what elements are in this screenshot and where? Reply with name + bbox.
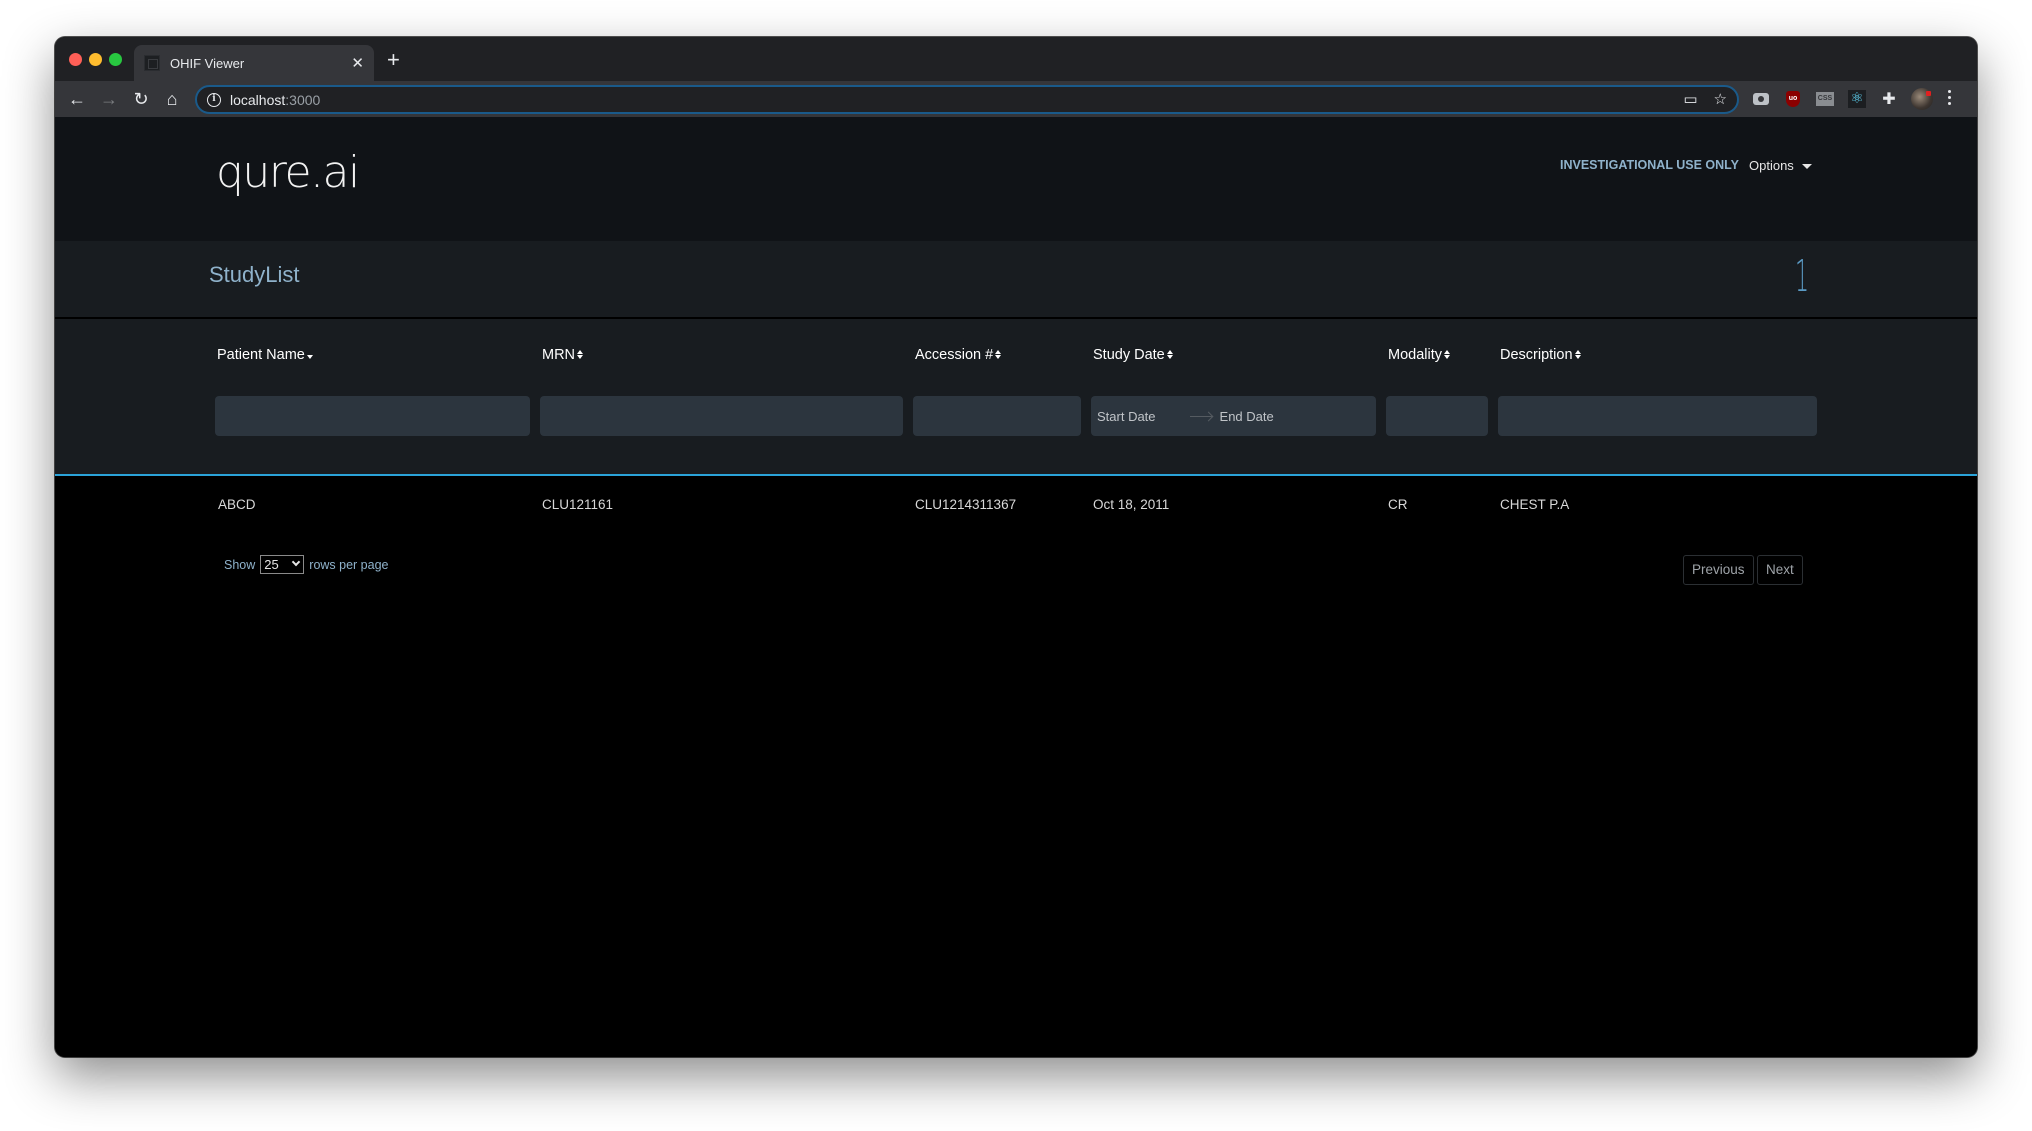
cell-modality: CR [1388, 497, 1408, 512]
mrn-filter-input[interactable] [540, 396, 903, 436]
app-header: qure.ai INVESTIGATIONAL USE ONLY Options [55, 117, 1977, 241]
options-label: Options [1749, 158, 1794, 173]
sort-icon [995, 350, 1002, 360]
bookmark-star-icon[interactable]: ☆ [1714, 90, 1727, 108]
caret-down-icon [1801, 164, 1812, 170]
reload-icon[interactable]: ↻ [129, 87, 153, 111]
previous-page-button[interactable]: Previous [1683, 555, 1754, 585]
description-filter-input[interactable] [1498, 396, 1817, 436]
react-icon[interactable]: ⚛ [1847, 89, 1867, 109]
close-window-button[interactable] [69, 53, 82, 66]
ublock-icon[interactable]: uo [1783, 89, 1803, 109]
column-label: Study Date [1093, 347, 1165, 363]
info-icon[interactable]: i [207, 92, 221, 107]
column-label: MRN [542, 347, 576, 363]
tab-strip: OHIF Viewer ✕ + [55, 37, 1977, 81]
url-port: :3000 [285, 91, 321, 108]
column-label: Patient Name [217, 347, 305, 363]
cell-patient-name: ABCD [218, 497, 256, 512]
sort-icon [1574, 350, 1582, 360]
accession-filter-input[interactable] [913, 396, 1081, 436]
column-label: Accession # [915, 347, 994, 363]
column-header-mrn[interactable]: MRN [542, 347, 584, 363]
home-icon[interactable]: ⌂ [160, 87, 184, 111]
minimize-window-button[interactable] [89, 53, 102, 66]
modality-filter-input[interactable] [1386, 396, 1488, 436]
browser-window: OHIF Viewer ✕ + ← → ↻ ⌂ i localhost :300… [55, 37, 1977, 1057]
browser-toolbar: ← → ↻ ⌂ i localhost :3000 ▭ ☆ uo CSS ⚛ ✚ [55, 81, 1977, 117]
cell-study-date: Oct 18, 2011 [1093, 497, 1170, 512]
maximize-window-button[interactable] [109, 53, 122, 66]
study-count: 1 [1795, 251, 1809, 302]
column-header-accession[interactable]: Accession # [915, 347, 1002, 363]
filter-panel: Patient Name MRN Accession # Study Date … [55, 319, 1977, 476]
column-header-modality[interactable]: Modality [1388, 347, 1451, 363]
back-arrow-icon[interactable]: ← [65, 87, 89, 111]
web-page: qure.ai INVESTIGATIONAL USE ONLY Options… [55, 117, 1977, 1057]
page-title: StudyList [209, 262, 300, 287]
patient-name-filter-input[interactable] [215, 396, 530, 436]
table-row[interactable]: ABCD CLU121161 CLU1214311367 Oct 18, 201… [55, 478, 1977, 528]
sort-icon [577, 350, 584, 360]
column-label: Modality [1388, 347, 1442, 363]
puzzle-extensions-icon[interactable]: ✚ [1879, 89, 1899, 109]
url-host: localhost [230, 91, 286, 108]
arrow-right-icon [1189, 415, 1212, 417]
forward-arrow-icon[interactable]: → [97, 87, 121, 111]
column-label: Description [1500, 347, 1573, 363]
column-header-description[interactable]: Description [1500, 347, 1582, 363]
close-tab-icon[interactable]: ✕ [351, 54, 364, 72]
cast-icon[interactable]: ▭ [1683, 90, 1697, 108]
logo[interactable]: qure.ai [216, 147, 360, 198]
rows-per-page-control: Show 25 rows per page [224, 555, 389, 574]
camera-icon[interactable] [1751, 89, 1771, 109]
show-label: Show [224, 557, 256, 572]
studylist-bar: StudyList 1 [55, 241, 1977, 317]
end-date-input[interactable]: End Date [1220, 409, 1274, 424]
column-header-patient-name[interactable]: Patient Name [217, 347, 314, 363]
cell-accession: CLU1214311367 [915, 497, 1017, 512]
rows-per-page-label: rows per page [309, 557, 389, 572]
address-bar[interactable]: i localhost :3000 ▭ ☆ [195, 85, 1739, 114]
browser-tab[interactable]: OHIF Viewer ✕ [134, 45, 374, 81]
sort-icon [1166, 350, 1174, 360]
start-date-input[interactable]: Start Date [1097, 409, 1156, 424]
cell-description: CHEST P.A [1500, 497, 1570, 512]
next-page-button[interactable]: Next [1757, 555, 1803, 585]
sort-icon [1444, 350, 1451, 360]
css-icon[interactable]: CSS [1815, 89, 1835, 109]
sort-desc-icon [306, 350, 314, 360]
column-header-study-date[interactable]: Study Date [1093, 347, 1174, 363]
rows-per-page-value: 25 [264, 557, 279, 572]
options-dropdown[interactable]: Options [1749, 158, 1812, 173]
cell-mrn: CLU121161 [542, 497, 614, 512]
profile-avatar[interactable] [1911, 88, 1933, 110]
new-tab-button[interactable]: + [387, 49, 400, 71]
tab-title: OHIF Viewer [170, 55, 245, 71]
chevron-down-icon [292, 557, 301, 567]
rows-per-page-select[interactable]: 25 [260, 555, 305, 574]
investigational-label: INVESTIGATIONAL USE ONLY [1560, 158, 1739, 172]
favicon-icon [144, 55, 160, 71]
study-date-range-picker[interactable]: Start Date End Date [1091, 396, 1376, 436]
kebab-menu-icon[interactable] [1944, 87, 1954, 108]
